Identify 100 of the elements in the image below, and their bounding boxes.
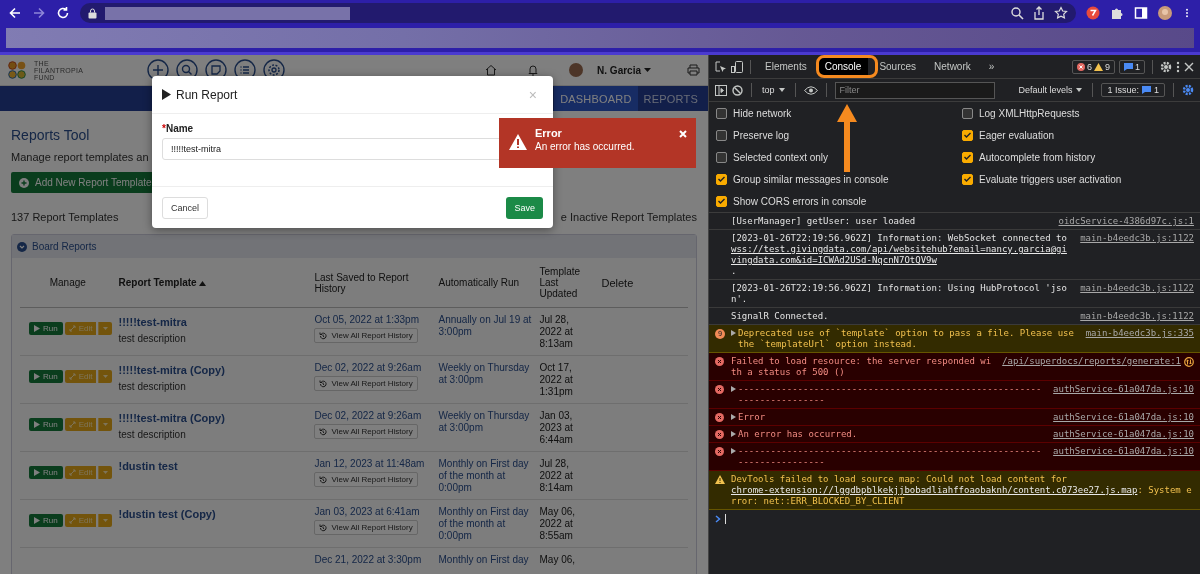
expand-triangle-icon[interactable] <box>731 414 736 420</box>
report-name-link[interactable]: !dustin test (Copy) <box>118 508 309 520</box>
view-history-button[interactable]: View All Report History <box>314 328 418 343</box>
setting-label[interactable]: Group similar messages in console <box>733 173 889 185</box>
expand-triangle-icon[interactable] <box>731 431 736 437</box>
message-counter[interactable]: 1 <box>1119 59 1145 74</box>
view-history-button[interactable]: View All Report History <box>314 472 418 487</box>
setting-label[interactable]: Autocomplete from history <box>979 151 1096 163</box>
device-toolbar-icon[interactable] <box>731 60 743 73</box>
close-icon[interactable] <box>1184 61 1194 72</box>
sidebar-icon[interactable] <box>715 84 727 96</box>
checkbox[interactable] <box>716 195 727 207</box>
view-history-button[interactable]: View All Report History <box>314 424 418 439</box>
report-name-link[interactable]: !dustin test <box>118 460 309 472</box>
column-header[interactable]: Report Template <box>115 258 312 308</box>
setting-label[interactable]: Eager evaluation <box>979 129 1055 141</box>
run-button[interactable]: Run <box>29 514 63 527</box>
eye-icon[interactable] <box>803 85 818 95</box>
last-saved-date[interactable]: Dec 02, 2022 at 9:26am <box>314 410 433 421</box>
source-link[interactable]: authService-61a047da.js:10 <box>1053 429 1194 440</box>
issue-counter[interactable]: 6 9 <box>1071 59 1115 74</box>
source-link[interactable]: main-b4eedc3b.js:1122 <box>1080 311 1194 322</box>
expand-triangle-icon[interactable] <box>731 386 736 392</box>
source-link[interactable]: main-b4eedc3b.js:335 <box>1085 328 1194 339</box>
source-link[interactable]: main-b4eedc3b.js:1122 <box>1080 283 1194 294</box>
more-tabs-button[interactable]: » <box>981 57 1002 76</box>
run-button[interactable]: Run <box>29 418 63 431</box>
extension-badge-icon[interactable] <box>1086 6 1100 20</box>
devtools-tab[interactable]: Sources <box>872 57 924 76</box>
reload-icon[interactable] <box>56 6 70 20</box>
setting-label[interactable]: Log XMLHttpRequests <box>979 107 1080 119</box>
issues-button[interactable]: 1 Issue: 1 <box>1101 83 1165 97</box>
report-name-link[interactable]: !!!!!test-mitra <box>118 316 309 328</box>
view-history-button[interactable]: View All Report History <box>314 376 418 391</box>
add-icon[interactable] <box>146 59 169 81</box>
puzzle-icon[interactable] <box>1110 6 1124 20</box>
run-button[interactable]: Run <box>29 322 63 335</box>
home-icon[interactable] <box>485 64 498 76</box>
profile-avatar-icon[interactable] <box>1158 6 1172 20</box>
devtools-tab[interactable]: Network <box>927 57 978 76</box>
more-options-icon[interactable] <box>1176 60 1180 73</box>
network-request-icon[interactable] <box>1184 356 1194 367</box>
side-panel-icon[interactable] <box>1134 6 1148 20</box>
user-menu[interactable]: N. Garcia <box>591 63 657 77</box>
source-link[interactable]: authService-61a047da.js:10 <box>1053 412 1194 423</box>
cancel-button[interactable]: Cancel <box>162 196 208 219</box>
view-history-button[interactable]: View All Report History <box>314 520 418 535</box>
run-button[interactable]: Run <box>29 370 63 383</box>
back-arrow-icon[interactable] <box>8 6 22 20</box>
last-saved-date[interactable]: Jan 12, 2023 at 11:48am <box>314 458 433 469</box>
source-link[interactable]: authService-61a047da.js:10 <box>1053 446 1194 457</box>
expand-arrows-icon <box>68 421 76 428</box>
forward-arrow-icon[interactable] <box>32 6 46 20</box>
avatar[interactable] <box>569 63 584 77</box>
source-link[interactable]: main-b4eedc3b.js:1122 <box>1080 233 1194 244</box>
setting-label[interactable]: Preserve log <box>733 129 790 141</box>
source-link[interactable]: authService-61a047da.js:10 <box>1053 384 1194 395</box>
checkbox[interactable] <box>716 107 727 119</box>
nav-tab[interactable]: REPORTS <box>637 86 704 111</box>
checkbox[interactable] <box>716 173 727 185</box>
section-title[interactable]: Board Reports <box>32 241 97 252</box>
inspect-icon[interactable] <box>715 60 727 73</box>
setting-label[interactable]: Evaluate triggers user activation <box>979 173 1122 185</box>
last-saved-date[interactable]: Jan 03, 2023 at 6:41am <box>314 506 433 517</box>
log-levels-dropdown[interactable]: Default levels <box>1016 85 1085 95</box>
filter-input[interactable]: Filter <box>834 81 995 99</box>
clear-console-icon[interactable] <box>732 84 743 96</box>
address-bar[interactable] <box>80 3 1076 23</box>
expand-triangle-icon[interactable] <box>731 330 736 336</box>
last-saved-date[interactable]: Dec 21, 2022 at 3:30pm <box>314 554 433 565</box>
report-name-link[interactable]: !!!!!test-mitra (Copy) <box>118 364 309 376</box>
expand-triangle-icon[interactable] <box>731 448 736 454</box>
column-header[interactable]: Last Saved to Report History <box>311 258 436 308</box>
chevron-circle-icon[interactable] <box>17 241 27 252</box>
checkbox[interactable] <box>716 129 727 141</box>
printer-icon[interactable] <box>687 64 700 76</box>
share-icon[interactable] <box>1032 6 1046 20</box>
last-saved-date[interactable]: Dec 02, 2022 at 9:26am <box>314 362 433 373</box>
setting-label[interactable]: Show CORS errors in console <box>733 195 867 207</box>
last-saved-date[interactable]: Oct 05, 2022 at 1:33pm <box>314 314 433 325</box>
save-button[interactable]: Save <box>506 196 543 219</box>
source-link[interactable]: oidcService-4386d97c.js:1 <box>1058 216 1194 227</box>
setting-label[interactable]: Hide network <box>733 107 792 119</box>
message-link[interactable]: chrome-extension://lggdbpblkekjjbobadliahffoaobaknh/content.c073ee27.js.map <box>731 485 1138 496</box>
star-icon[interactable] <box>1054 6 1068 20</box>
context-dropdown[interactable]: top <box>760 85 787 95</box>
checkbox[interactable] <box>962 173 973 185</box>
zoom-icon[interactable] <box>1010 6 1024 20</box>
checkbox[interactable] <box>962 107 973 119</box>
report-name-link[interactable]: !!!!!test-mitra (Copy) <box>118 412 309 424</box>
message-link[interactable]: wss://test.givingdata.com/api/websitehub?email=nancy.garcia@givingdata.com&id=ICWAd2USd-NqcnN7OtQV9w <box>731 244 1073 266</box>
setting-label[interactable]: Selected context only <box>733 151 829 163</box>
nav-tab[interactable]: DASHBOARD <box>554 86 638 111</box>
run-button[interactable]: Run <box>29 466 63 479</box>
checkbox[interactable] <box>962 151 973 163</box>
bell-icon[interactable] <box>527 64 540 76</box>
devtools-tab[interactable]: Elements <box>758 57 814 76</box>
checkbox[interactable] <box>716 151 727 163</box>
checkbox[interactable] <box>962 129 973 141</box>
source-link[interactable]: /api/superdocs/reports/generate:1 <box>1002 356 1194 367</box>
